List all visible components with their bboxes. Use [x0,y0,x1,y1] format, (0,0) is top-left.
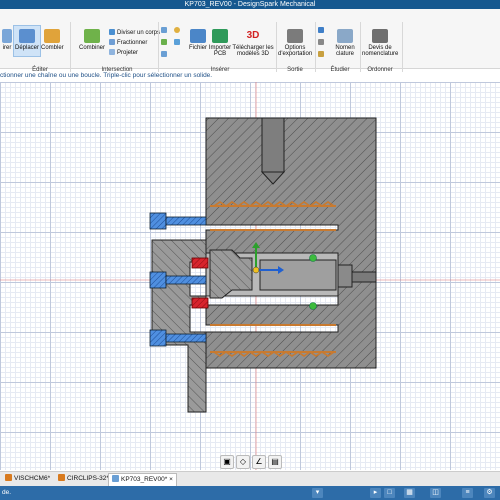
tool-fractionner[interactable]: Fractionner [109,39,147,47]
tool-devis-nomenclature[interactable]: Devis de nomenclature [362,29,398,57]
split-icon [109,39,115,45]
tool-deplacer[interactable]: Déplacer [13,25,41,57]
ball-bottom [309,302,317,310]
tool-study-a[interactable] [318,27,326,35]
tool-combiner[interactable]: Combiner [78,29,106,51]
check-icon [318,51,324,57]
tool-insert-e[interactable] [174,39,182,47]
sketch-icon [161,27,167,33]
document-tabs: VISCHCM6* CIRCLIPS-32* KP703_REV00* × [0,471,500,486]
section-view[interactable] [0,82,500,470]
ribbon-separator [158,22,159,72]
download-3d-icon: 3D [246,30,260,41]
plane-icon [161,51,167,57]
status-layer-icon[interactable]: ≡ [462,488,473,498]
quote-icon [372,29,388,43]
combine-icon [84,29,100,43]
ribbon-separator [402,22,403,72]
mini-print-icon[interactable]: ▤ [268,455,282,469]
tool-insert-b[interactable] [161,39,169,47]
tool-insert-d[interactable] [174,27,182,35]
tool-importer-pcb[interactable]: Importer PCB [207,29,233,57]
top-bore [261,117,285,173]
triad-center[interactable] [252,266,260,274]
screw-top[interactable] [149,212,207,230]
tab-vischcm6[interactable]: VISCHCM6* [2,473,53,485]
ribbon: irer Déplacer Combler Éditer Combiner Di… [0,9,500,73]
tab-kp703-rev00[interactable]: KP703_REV00* × [108,473,177,486]
part-icon [58,474,65,481]
tool-insert-a[interactable] [161,27,169,35]
status-text: de. [2,489,12,496]
tool-study-c[interactable] [318,51,326,59]
mini-select-icon[interactable]: ▣ [220,455,234,469]
housing-body[interactable] [205,117,377,369]
window-title: KP703_REV00 - DesignSpark Mechanical [0,0,500,9]
ribbon-separator [360,22,361,72]
pull-icon [2,29,12,43]
tool-projeter[interactable]: Projeter [109,49,138,57]
seal-top [191,257,209,269]
tool-study-b[interactable] [318,39,326,47]
close-tab-icon[interactable]: × [169,476,173,483]
mini-toolbar: ▣ ◇ ∠ ▤ [216,455,288,469]
file-icon [190,29,206,43]
cylinder-icon [161,39,167,45]
move-icon [19,29,35,43]
tool-diviser-corps[interactable]: Diviser un corps [109,29,160,37]
tab-circlips-32[interactable]: CIRCLIPS-32* [55,473,112,485]
status-grid-icon[interactable]: ▦ [404,488,415,498]
tool-combler[interactable]: Combler [41,29,64,51]
tool-insert-c[interactable] [161,51,169,59]
ribbon-separator [276,22,277,72]
measure-icon [318,27,324,33]
tool-nomenclature[interactable]: Nomen clature [333,29,357,57]
status-select-icon[interactable]: ▸ [370,488,381,498]
tool-options-export[interactable]: Options d'exportation [278,29,312,57]
tool-tirer[interactable]: irer [0,29,14,51]
design-canvas[interactable]: ▣ ◇ ∠ ▤ [0,82,500,470]
ball-top [309,254,317,262]
tool-fichier[interactable]: Fichier [187,29,209,51]
bom-icon [337,29,353,43]
status-bar: de. ▾ ▸ □ ▦ ◫ ≡ ⚙ [0,486,500,500]
rod-end [351,271,377,283]
export-icon [287,29,303,43]
piston-rod [337,264,353,288]
mass-icon [318,39,324,45]
status-dropdown-icon[interactable]: ▾ [312,488,323,498]
piston[interactable] [259,259,337,291]
status-settings-icon[interactable]: ⚙ [484,488,495,498]
ribbon-separator [315,22,316,72]
mini-angle-icon[interactable]: ∠ [252,455,266,469]
ribbon-separator [70,22,71,72]
mini-view-icon[interactable]: ◇ [236,455,250,469]
status-box-icon[interactable]: □ [384,488,395,498]
pcb-icon [212,29,228,43]
tool-telecharger-modeles[interactable]: 3D Télécharger les modèles 3D [232,29,274,57]
sphere-icon [174,27,180,33]
image-icon [174,39,180,45]
split-body-icon [109,29,115,35]
part-icon [5,474,12,481]
fill-icon [44,29,60,43]
assembly-icon [112,475,119,482]
project-icon [109,49,115,55]
seal-bottom [191,297,209,309]
status-view-icon[interactable]: ◫ [430,488,441,498]
selection-hint: ctionner une chaîne ou une boucle. Tripl… [0,72,213,79]
